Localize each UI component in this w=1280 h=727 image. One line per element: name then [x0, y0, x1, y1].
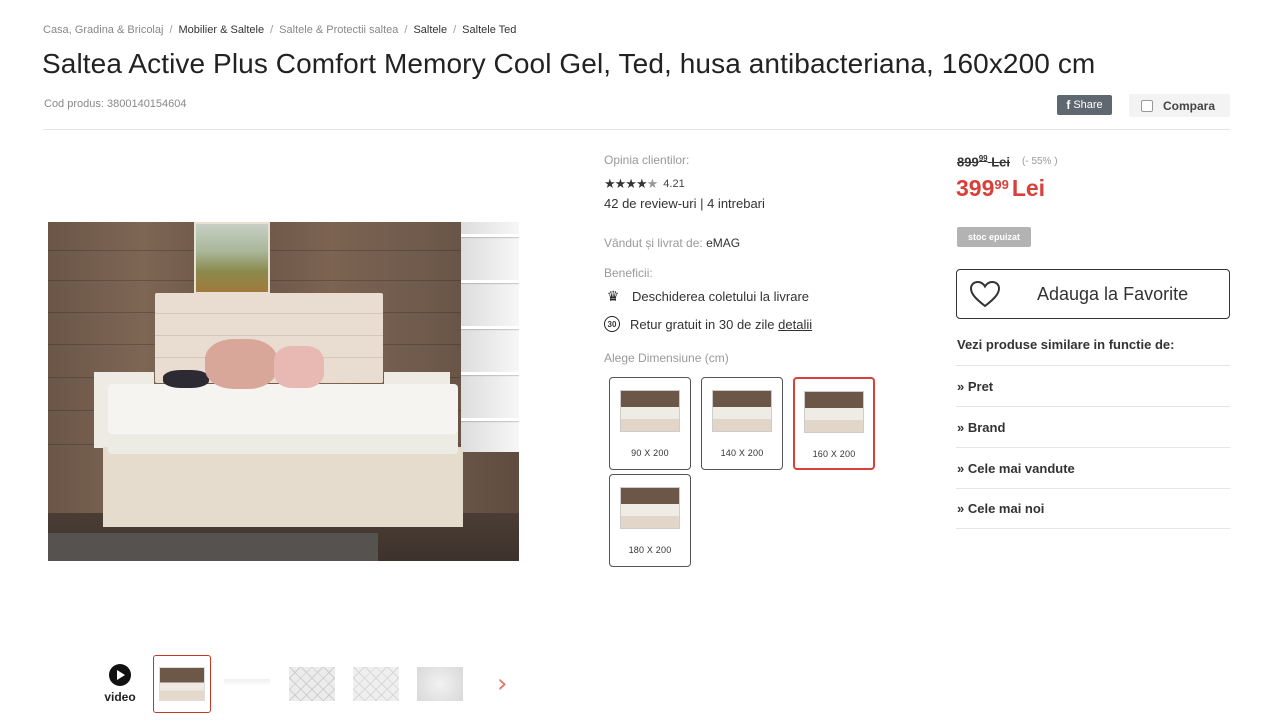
video-label: video	[104, 690, 136, 704]
video-button[interactable]: video	[100, 664, 140, 704]
similar-list: » Pret » Brand » Cele mai vandute » Cele…	[956, 365, 1230, 529]
size-option-90x200[interactable]: 90 X 200	[609, 377, 691, 470]
breadcrumb-separator: /	[453, 24, 457, 36]
benefit-open-package: ♛ Deschiderea coletului la livrare	[604, 288, 809, 305]
mattress	[108, 384, 458, 454]
compare-toggle[interactable]: Compara	[1129, 94, 1230, 117]
size-image	[620, 487, 680, 529]
rug	[48, 533, 378, 561]
favorites-label: Adauga la Favorite	[1037, 283, 1189, 304]
benefits-heading: Beneficii:	[604, 266, 653, 280]
share-button[interactable]: f Share	[1057, 95, 1112, 115]
size-option-140x200[interactable]: 140 X 200	[701, 377, 783, 470]
thumbnail-image	[159, 667, 205, 701]
benefit-label: Deschiderea coletului la livrare	[632, 289, 810, 304]
shelf	[461, 222, 519, 452]
shelf-board	[461, 280, 519, 283]
reviews-link[interactable]: 42 de review-uri | 4 intrebari	[604, 196, 765, 211]
size-label: 160 X 200	[812, 449, 856, 459]
breadcrumb-separator: /	[404, 24, 408, 36]
details-link[interactable]: detalii	[778, 317, 812, 332]
return-30-icon: 30	[604, 316, 620, 332]
thumbnail-image	[289, 667, 335, 701]
size-label: 140 X 200	[720, 448, 764, 458]
breadcrumb-item[interactable]: Saltele Ted	[462, 24, 516, 36]
size-image	[712, 390, 772, 432]
size-image	[804, 391, 864, 433]
header-divider	[43, 129, 1230, 130]
breadcrumb-item[interactable]: Casa, Gradina & Bricolaj	[43, 24, 163, 36]
breadcrumb-separator: /	[169, 24, 173, 36]
breadcrumb-separator: /	[270, 24, 274, 36]
add-to-favorites-button[interactable]: Adauga la Favorite	[956, 269, 1230, 319]
wall-painting	[194, 222, 270, 294]
similar-item-brand[interactable]: » Brand	[956, 406, 1230, 447]
similar-title: Vezi produse similare in functie de:	[957, 337, 1175, 352]
reviews-heading: Opinia clientilor:	[604, 153, 690, 167]
similar-item-bestsellers[interactable]: » Cele mai vandute	[956, 447, 1230, 488]
seller-name: eMAG	[706, 236, 741, 250]
size-label: 180 X 200	[628, 545, 672, 555]
crown-icon: ♛	[606, 288, 620, 304]
headboard-line	[155, 313, 383, 314]
rating-row[interactable]: ★★★★★ 4.21	[604, 176, 685, 192]
heart-icon	[957, 280, 1013, 308]
product-code: Cod produs: 3800140154604	[44, 98, 187, 110]
star-rating-icon: ★★★★★	[604, 176, 658, 191]
benefit-free-return: 30 Retur gratuit in 30 de zile detalii	[604, 316, 812, 332]
size-option-180x200[interactable]: 180 X 200	[609, 474, 691, 567]
pillow	[274, 346, 324, 388]
size-label: 90 X 200	[631, 448, 669, 458]
thumbnail-image	[353, 667, 399, 701]
old-price: 89999 Lei	[957, 154, 1011, 170]
chevron-right-icon[interactable]: ›	[497, 671, 513, 699]
thumbnail-mattress[interactable]	[218, 655, 276, 713]
thumbnail-image	[224, 667, 270, 701]
compare-label: Compara	[1163, 98, 1216, 113]
size-heading: Alege Dimensiune (cm)	[604, 351, 729, 365]
shelf-board	[461, 418, 519, 421]
seller-label: Vândut și livrat de:	[604, 236, 703, 250]
thumbnail-foam[interactable]	[411, 655, 469, 713]
compare-checkbox[interactable]	[1141, 99, 1153, 112]
size-option-160x200[interactable]: 160 X 200	[793, 377, 875, 470]
facebook-icon: f	[1066, 98, 1071, 112]
shelf-board	[461, 326, 519, 329]
wall-plank	[48, 250, 519, 251]
thumbnail-quilt-top[interactable]	[283, 655, 341, 713]
shelf-board	[461, 372, 519, 375]
wall-plank	[48, 280, 519, 281]
share-label: Share	[1073, 99, 1103, 111]
thumbnail-quilt-close[interactable]	[347, 655, 405, 713]
breadcrumb: Casa, Gradina & Bricolaj / Mobilier & Sal…	[43, 24, 516, 36]
similar-item-newest[interactable]: » Cele mai noi	[956, 488, 1230, 529]
discount-badge: (- 55% )	[1022, 156, 1058, 167]
breadcrumb-item[interactable]: Saltele	[413, 24, 447, 36]
shelf-board	[461, 234, 519, 237]
rating-value: 4.21	[663, 178, 685, 190]
thumbnail-image	[417, 667, 463, 701]
similar-item-price[interactable]: » Pret	[956, 365, 1230, 406]
pillow	[163, 370, 209, 388]
pillow	[205, 339, 277, 389]
current-price: 39999 Lei	[956, 175, 1046, 201]
stock-status-badge: stoc epuizat	[957, 227, 1031, 247]
breadcrumb-item[interactable]: Mobilier & Saltele	[179, 24, 265, 36]
breadcrumb-item[interactable]: Saltele & Protectii saltea	[279, 24, 398, 36]
thumbnail-bed[interactable]	[153, 655, 211, 713]
benefit-label: Retur gratuit in 30 de zile detalii	[630, 316, 813, 332]
play-icon	[109, 664, 131, 686]
main-product-image[interactable]	[48, 222, 519, 561]
bed-base	[103, 447, 463, 527]
page-title: Saltea Active Plus Comfort Memory Cool G…	[42, 48, 1096, 79]
size-image	[620, 390, 680, 432]
headboard-line	[155, 335, 383, 336]
seller-info: Vândut și livrat de: eMAG	[604, 236, 740, 250]
